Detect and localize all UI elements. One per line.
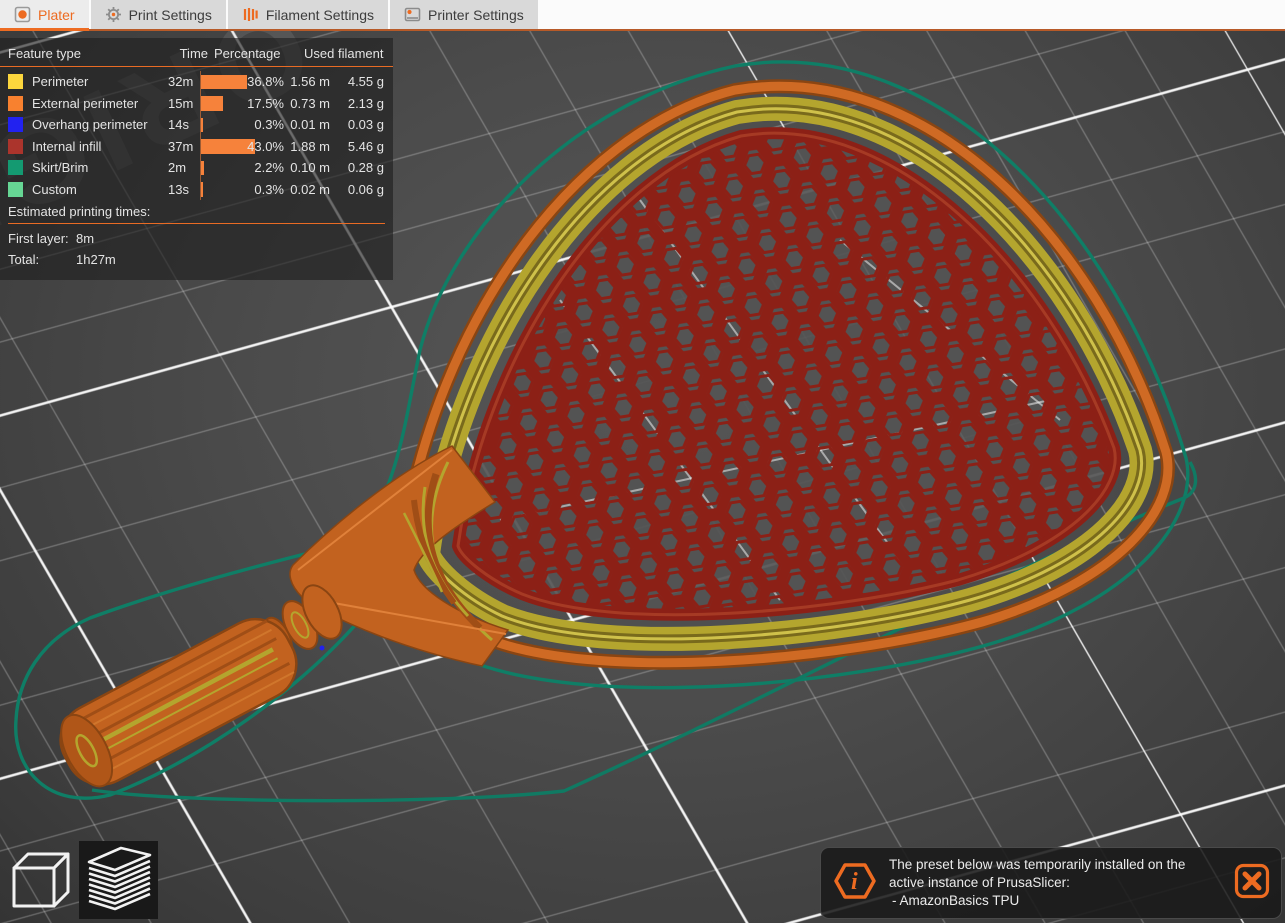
legend-panel: Feature type Time Percentage Used filame… [0,38,393,280]
plater-icon [14,6,31,23]
percentage-value: 36.8% [247,74,284,89]
col-time: Time [164,46,208,61]
color-swatch [8,182,23,197]
color-swatch [8,117,23,132]
printer-icon [404,6,421,23]
legend-divider [0,66,393,67]
legend-row-internal-infill: Internal infill 37m 43.0% 1.88 m 5.46 g [0,136,393,158]
col-percentage: Percentage [208,46,292,61]
editor-view-button[interactable] [0,841,79,919]
percentage-bar [201,96,223,111]
feature-label: External perimeter [32,96,164,111]
close-icon [1234,863,1270,904]
cube-icon [7,845,73,916]
legend-row-overhang-perimeter: Overhang perimeter 14s 0.3% 0.01 m 0.03 … [0,114,393,136]
info-icon: i [833,861,877,906]
col-feature-type: Feature type [8,46,164,61]
filament-length: 0.02 m [284,182,330,197]
filament-length: 1.56 m [284,74,330,89]
percentage-value: 0.3% [254,182,284,197]
percentage-value: 2.2% [254,160,284,175]
preset-name: - AmazonBasics TPU [889,892,1233,910]
filament-weight: 0.28 g [330,160,384,175]
tab-label: Filament Settings [266,7,374,23]
tab-label: Print Settings [129,7,212,23]
notification-message: The preset below was temporarily install… [889,856,1233,910]
legend-row-custom: Custom 13s 0.3% 0.02 m 0.06 g [0,179,393,201]
time-value: 15m [164,96,200,111]
filament-icon [242,6,259,23]
total-value: 1h27m [76,252,385,267]
feature-label: Skirt/Brim [32,160,164,175]
filament-length: 0.01 m [284,117,330,132]
viewport-3d[interactable]: ORIGINAL PRUSA [0,31,1285,923]
tab-bar: Plater Print Settings Filament Settings … [0,0,1285,31]
color-swatch [8,139,23,154]
total-label: Total: [8,252,76,267]
times-divider [8,223,385,224]
filament-weight: 4.55 g [330,74,384,89]
first-layer-label: First layer: [8,231,76,246]
layers-icon [84,845,154,916]
tab-print-settings[interactable]: Print Settings [91,0,226,29]
times-title: Estimated printing times: [8,204,385,219]
tab-filament-settings[interactable]: Filament Settings [228,0,388,29]
color-swatch [8,96,23,111]
tab-plater[interactable]: Plater [0,0,89,29]
tab-label: Plater [38,7,75,23]
feature-label: Internal infill [32,139,164,154]
filament-length: 1.88 m [284,139,330,154]
color-swatch [8,74,23,89]
percentage-bar [201,161,204,176]
feature-label: Custom [32,182,164,197]
notification-toast: i The preset below was temporarily insta… [820,847,1282,919]
tab-printer-settings[interactable]: Printer Settings [390,0,538,29]
col-used-filament: Used filament [292,46,400,61]
feature-label: Overhang perimeter [32,117,164,132]
legend-row-skirt-brim: Skirt/Brim 2m 2.2% 0.10 m 0.28 g [0,157,393,179]
percentage-value: 17.5% [247,96,284,111]
filament-weight: 0.06 g [330,182,384,197]
filament-weight: 0.03 g [330,117,384,132]
time-value: 37m [164,139,200,154]
filament-length: 0.73 m [284,96,330,111]
time-value: 13s [164,182,200,197]
preview-view-button[interactable] [79,841,158,919]
percentage-value: 43.0% [247,139,284,154]
overhang-perimeter-dot [320,646,325,651]
filament-weight: 2.13 g [330,96,384,111]
legend-row-external-perimeter: External perimeter 15m 17.5% 0.73 m 2.13… [0,93,393,115]
time-value: 32m [164,74,200,89]
percentage-bar [201,75,247,90]
tab-label: Printer Settings [428,7,524,23]
time-value: 14s [164,117,200,132]
percentage-bar [201,182,203,197]
gear-icon [105,6,122,23]
filament-weight: 5.46 g [330,139,384,154]
legend-row-perimeter: Perimeter 32m 36.8% 1.56 m 4.55 g [0,71,393,93]
legend-header: Feature type Time Percentage Used filame… [0,44,393,66]
estimated-times: Estimated printing times: First layer: 8… [0,200,393,270]
filament-length: 0.10 m [284,160,330,175]
svg-text:i: i [851,869,858,895]
prusaslicer-window: Plater Print Settings Filament Settings … [0,0,1285,923]
feature-label: Perimeter [32,74,164,89]
first-layer-value: 8m [76,231,385,246]
percentage-value: 0.3% [254,117,284,132]
color-swatch [8,160,23,175]
percentage-bar [201,118,203,133]
view-mode-buttons [0,841,158,919]
time-value: 2m [164,160,200,175]
close-notification-button[interactable] [1233,864,1271,902]
